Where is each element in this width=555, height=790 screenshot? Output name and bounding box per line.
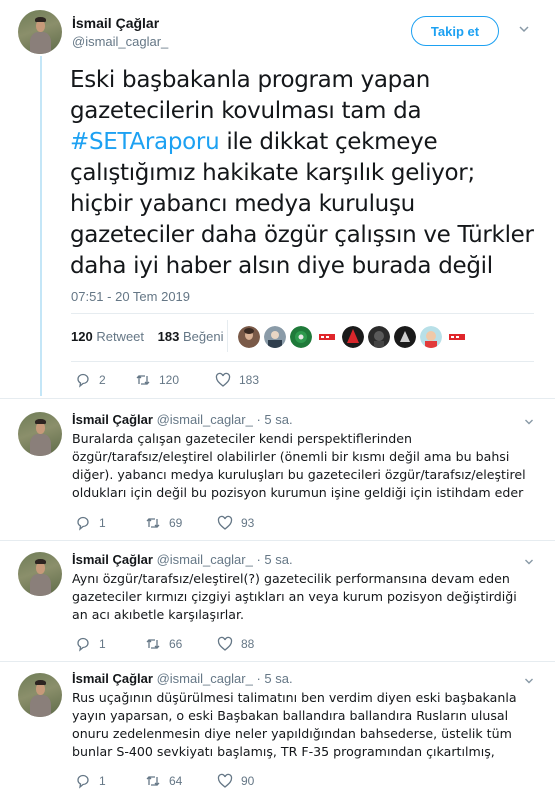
retweet-count: 64 [169,774,183,788]
reply-text: Rus uçağının düşürülmesi talimatını ben … [72,690,517,759]
retweet-icon [146,639,160,649]
reply-header: İsmail Çağlar @ismail_caglar_ · 5 sa. [72,412,293,427]
chevron-down-icon[interactable] [524,676,534,686]
divider [227,320,228,352]
tweet-timestamp[interactable]: 07:51 - 20 Tem 2019 [71,289,190,304]
like-button[interactable]: 93 [217,515,254,531]
avatar[interactable] [18,673,62,717]
chevron-down-icon[interactable] [518,23,530,35]
like-count: 88 [241,637,255,651]
retweet-label[interactable]: Retweet [96,329,144,344]
author-handle[interactable]: @ismail_caglar_ [72,34,168,49]
liker-avatars [238,326,472,348]
avatar[interactable] [18,10,62,54]
like-count: 93 [241,516,255,530]
retweet-count: 120 [159,373,180,387]
tweet-text-part: Eski başbakanla program yapan gazetecile… [70,67,431,124]
author-handle[interactable]: @ismail_caglar_ [157,671,253,686]
reply-count: 2 [99,373,106,387]
retweet-icon [136,375,150,385]
chevron-down-icon[interactable] [524,557,534,567]
author-handle[interactable]: @ismail_caglar_ [157,552,253,567]
reply-button[interactable]: 1 [75,773,145,789]
retweet-count: 66 [169,637,183,651]
engagement-stats: 120 Retweet 183 Beğeni [71,329,223,344]
avatar[interactable] [18,552,62,596]
like-label[interactable]: Beğeni [183,329,223,344]
chevron-down-icon[interactable] [524,417,534,427]
liker-avatar[interactable] [238,326,260,348]
liker-avatar[interactable] [420,326,442,348]
heart-icon [215,372,231,387]
retweet-button[interactable]: 66 [145,636,217,652]
author-name[interactable]: İsmail Çağlar [72,671,153,686]
thread-line [40,56,42,396]
author-name[interactable]: İsmail Çağlar [72,552,153,567]
reply-button[interactable]: 1 [75,515,145,531]
reply-time[interactable]: · 5 sa. [256,671,292,686]
like-button[interactable]: 88 [217,636,254,652]
tweet-text: Eski başbakanla program yapan gazetecile… [70,65,540,282]
heart-icon [217,636,233,651]
reply-header: İsmail Çağlar @ismail_caglar_ · 5 sa. [72,671,293,686]
like-count: 90 [241,774,255,788]
reply-button[interactable]: 2 [75,372,135,388]
retweet-button[interactable]: 69 [145,515,217,531]
follow-button[interactable]: Takip et [411,16,499,46]
reply-button[interactable]: 1 [75,636,145,652]
reply-icon [77,373,89,388]
like-button[interactable]: 90 [217,773,254,789]
reply-text: Aynı özgür/tarafsız/eleştirel(?) gazetec… [72,571,517,622]
retweet-icon [146,776,160,786]
reply-icon [77,774,89,789]
heart-icon [217,773,233,788]
retweet-button[interactable]: 120 [135,372,215,388]
avatar[interactable] [18,412,62,456]
reply-text: Buralarda çalışan gazeteciler kendi pers… [72,431,526,500]
like-count[interactable]: 183 [158,329,180,344]
reply-icon [77,516,89,531]
reply-count: 1 [99,637,106,651]
reply-time[interactable]: · 5 sa. [256,412,292,427]
divider [0,540,555,541]
liker-avatar[interactable] [316,326,338,348]
divider [71,313,534,314]
divider [71,361,534,362]
heart-icon [217,515,233,530]
divider [0,398,555,399]
liker-avatar[interactable] [368,326,390,348]
reply-icon [77,637,89,652]
liker-avatar[interactable] [342,326,364,348]
tweet-actions: 1 69 93 [75,515,254,531]
author-name[interactable]: İsmail Çağlar [72,412,153,427]
liker-avatar[interactable] [264,326,286,348]
retweet-count[interactable]: 120 [71,329,93,344]
reply-time[interactable]: · 5 sa. [256,552,292,567]
reply-count: 1 [99,774,106,788]
like-count: 183 [239,373,260,387]
tweet-actions: 1 64 90 [75,773,254,789]
reply-count: 1 [99,516,106,530]
tweet-actions: 2 120 183 [75,372,259,388]
retweet-icon [146,518,160,528]
liker-avatar[interactable] [394,326,416,348]
hashtag-link[interactable]: #SETAraporu [70,129,220,155]
divider [0,661,555,662]
retweet-button[interactable]: 64 [145,773,217,789]
liker-avatar[interactable] [446,326,468,348]
reply-header: İsmail Çağlar @ismail_caglar_ · 5 sa. [72,552,293,567]
author-handle[interactable]: @ismail_caglar_ [157,412,253,427]
tweet-actions: 1 66 88 [75,636,254,652]
like-button[interactable]: 183 [215,372,259,388]
liker-avatar[interactable] [290,326,312,348]
retweet-count: 69 [169,516,183,530]
author-name[interactable]: İsmail Çağlar [72,15,159,31]
